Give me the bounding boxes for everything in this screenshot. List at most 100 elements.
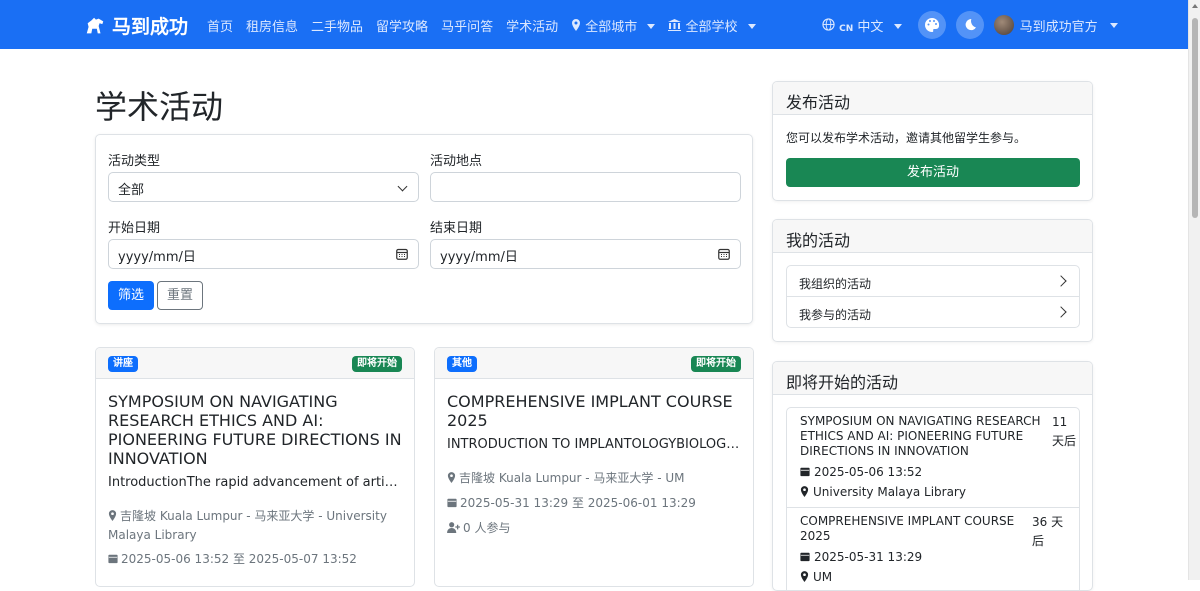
- days-until: 36 天后: [1032, 515, 1064, 548]
- type-select-value: 全部: [118, 183, 145, 198]
- event-participants: 0 人参与: [447, 519, 747, 538]
- upcoming-date-text: 2025-05-31 13:29: [814, 550, 923, 564]
- nav-rental[interactable]: 租房信息: [246, 16, 298, 35]
- category-badge: 讲座: [108, 356, 138, 372]
- event-card-header: 其他 即将开始: [435, 348, 753, 379]
- calendar-icon[interactable]: [396, 248, 408, 260]
- chevron-right-icon: [1055, 275, 1067, 287]
- brand-name: 马到成功: [112, 16, 189, 38]
- publish-card-text: 您可以发布学术活动，邀请其他留学生参与。: [786, 131, 1027, 145]
- upcoming-item-title: COMPREHENSIVE IMPLANT COURSE 2025: [800, 514, 1015, 543]
- moon-icon: [965, 18, 977, 30]
- status-badge: 即将开始: [352, 356, 402, 372]
- map-pin-icon: [108, 510, 117, 521]
- start-date-input[interactable]: yyyy/mm/日: [108, 239, 419, 269]
- end-date-label: 结束日期: [430, 221, 483, 236]
- city-label: 全部城市: [585, 20, 638, 35]
- scrollbar-thumb[interactable]: [1192, 18, 1198, 218]
- days-until: 11 天后: [1052, 415, 1077, 448]
- event-time-text: 2025-05-31 13:29 至 2025-06-01 13:29: [460, 496, 696, 510]
- calendar-icon: [447, 498, 457, 508]
- calendar-icon: [800, 552, 810, 562]
- map-pin-icon: [447, 472, 456, 483]
- theme-color-button[interactable]: [917, 11, 946, 39]
- nav-secondhand[interactable]: 二手物品: [311, 16, 363, 35]
- palette-icon: [924, 18, 939, 32]
- organized-label: 我组织的活动: [799, 277, 872, 291]
- event-location: 吉隆坡 Kuala Lumpur - 马来亚大学 - UM: [447, 469, 747, 488]
- event-location-text: 吉隆坡 Kuala Lumpur - 马来亚大学 - UM: [459, 471, 685, 485]
- map-pin-icon: [800, 571, 809, 582]
- location-label: 活动地点: [430, 154, 483, 169]
- event-card[interactable]: 其他 即将开始 COMPREHENSIVE IMPLANT COURSE 202…: [434, 347, 754, 587]
- nav-home[interactable]: 首页: [207, 16, 233, 35]
- upcoming-item[interactable]: COMPREHENSIVE IMPLANT COURSE 2025 36 天后 …: [786, 507, 1080, 590]
- upcoming-title: 即将开始的活动: [773, 362, 1092, 395]
- language-dropdown[interactable]: CN 中文: [822, 16, 902, 35]
- end-date-input[interactable]: yyyy/mm/日: [430, 239, 741, 269]
- reset-button[interactable]: 重置: [157, 281, 203, 310]
- upcoming-item-place: UM: [800, 570, 832, 584]
- globe-icon: [822, 17, 835, 31]
- map-pin-icon: [572, 19, 581, 31]
- start-date-label: 开始日期: [108, 221, 161, 236]
- upcoming-place-text: UM: [813, 570, 833, 584]
- page-title: 学术活动: [95, 88, 224, 126]
- chevron-down-icon: [397, 181, 408, 192]
- nav-study-guide[interactable]: 留学攻略: [376, 16, 428, 35]
- end-date-value: yyyy/mm/日: [440, 250, 518, 265]
- type-label: 活动类型: [108, 154, 161, 169]
- filter-button[interactable]: 筛选: [108, 281, 154, 310]
- page-scrollbar[interactable]: [1188, 0, 1200, 580]
- event-time-text: 2025-05-06 13:52 至 2025-05-07 13:52: [121, 552, 357, 566]
- joined-label: 我参与的活动: [799, 308, 872, 322]
- my-organized-events-link[interactable]: 我组织的活动: [786, 265, 1080, 297]
- city-dropdown[interactable]: 全部城市: [571, 16, 655, 35]
- horse-icon: [86, 17, 104, 33]
- user-name: 马到成功官方: [1019, 19, 1098, 35]
- upcoming-date-text: 2025-05-06 13:52: [814, 465, 923, 479]
- calendar-icon: [800, 467, 810, 477]
- brand-logo[interactable]: 马到成功: [84, 12, 188, 39]
- upcoming-item-date: 2025-05-31 13:29: [800, 550, 922, 564]
- my-events-title: 我的活动: [773, 220, 1092, 253]
- status-badge: 即将开始: [691, 356, 741, 372]
- calendar-icon: [108, 554, 118, 564]
- map-pin-icon: [800, 486, 809, 497]
- avatar: [993, 15, 1014, 35]
- dark-mode-button[interactable]: [955, 11, 984, 39]
- event-time: 2025-05-31 13:29 至 2025-06-01 13:29: [447, 494, 747, 513]
- event-title[interactable]: COMPREHENSIVE IMPLANT COURSE 2025: [447, 392, 747, 430]
- event-location-text: 吉隆坡 Kuala Lumpur - 马来亚大学 - University Ma…: [108, 509, 387, 542]
- event-title[interactable]: SYMPOSIUM ON NAVIGATING RESEARCH ETHICS …: [108, 392, 408, 468]
- location-input[interactable]: [430, 172, 741, 202]
- school-dropdown[interactable]: 全部学校: [668, 16, 755, 35]
- scroll-up-arrow-icon[interactable]: [1192, 4, 1198, 8]
- university-icon: [668, 19, 682, 31]
- publish-event-button[interactable]: 发布活动: [786, 158, 1080, 187]
- my-joined-events-link[interactable]: 我参与的活动: [786, 296, 1080, 328]
- publish-card-title: 发布活动: [773, 82, 1092, 115]
- upcoming-item-title: SYMPOSIUM ON NAVIGATING RESEARCH ETHICS …: [800, 414, 1041, 458]
- calendar-icon[interactable]: [718, 248, 730, 260]
- upcoming-item-place: University Malaya Library: [800, 485, 966, 499]
- event-card-header: 讲座 即将开始: [96, 348, 414, 379]
- user-menu[interactable]: 马到成功官方: [993, 15, 1118, 35]
- event-description: IntroductionThe rapid advancement of art…: [108, 475, 403, 490]
- nav-qa[interactable]: 马乎问答: [441, 16, 493, 35]
- chevron-right-icon: [1055, 306, 1067, 318]
- publish-card: 发布活动 您可以发布学术活动，邀请其他留学生参与。 发布活动: [772, 81, 1093, 201]
- upcoming-item[interactable]: SYMPOSIUM ON NAVIGATING RESEARCH ETHICS …: [786, 407, 1080, 508]
- upcoming-item-date: 2025-05-06 13:52: [800, 465, 922, 479]
- my-events-card: 我的活动 我组织的活动 我参与的活动: [772, 219, 1093, 342]
- participants-count: 0 人参与: [463, 521, 511, 535]
- type-select[interactable]: 全部: [108, 172, 419, 202]
- lang-code: CN: [839, 23, 854, 34]
- nav-academic[interactable]: 学术活动: [506, 16, 558, 35]
- event-card[interactable]: 讲座 即将开始 SYMPOSIUM ON NAVIGATING RESEARCH…: [95, 347, 415, 587]
- user-plus-icon: [447, 522, 460, 533]
- upcoming-events-card: 即将开始的活动 SYMPOSIUM ON NAVIGATING RESEARCH…: [772, 361, 1093, 591]
- event-time: 2025-05-06 13:52 至 2025-05-07 13:52: [108, 550, 408, 569]
- top-navbar: 马到成功 首页 租房信息 二手物品 留学攻略 马乎问答 学术活动 全部城市 全部…: [0, 0, 1188, 49]
- event-description: INTRODUCTION TO IMPLANTOLOGYBIOLOGICAL P…: [447, 437, 742, 452]
